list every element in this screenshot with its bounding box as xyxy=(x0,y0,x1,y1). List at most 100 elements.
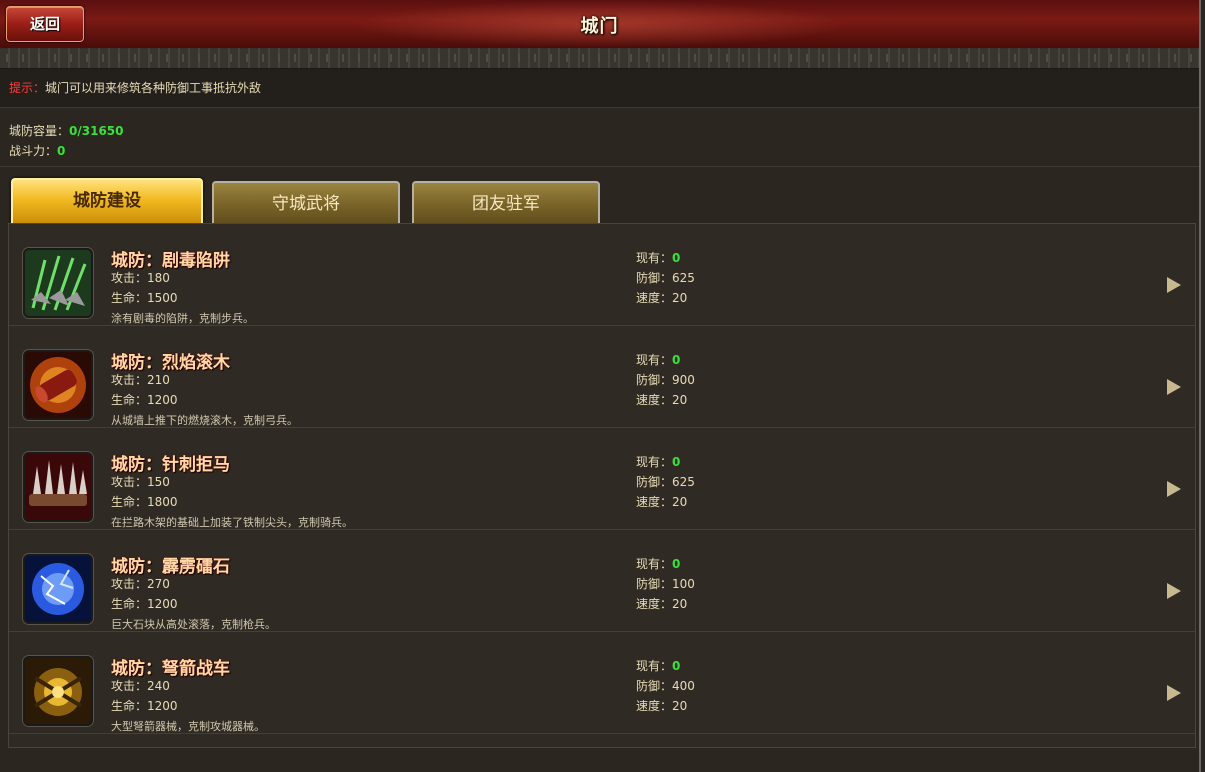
capacity-stat: 城防容量：0/31650 xyxy=(9,121,124,141)
defense-value: 625 xyxy=(672,271,695,285)
header-bar: 城门 返回 xyxy=(0,0,1199,49)
speed-stat: 速度：20 xyxy=(636,595,687,612)
hp-value: 1800 xyxy=(147,495,178,509)
item-description: 从城墙上推下的燃烧滚木，克制弓兵。 xyxy=(111,414,298,427)
chevron-right-icon[interactable] xyxy=(1167,379,1181,395)
attack-stat: 攻击：270 xyxy=(111,575,170,592)
defense-stat: 防御：900 xyxy=(636,371,695,388)
hp-value: 1200 xyxy=(147,699,178,713)
defense-stat: 防御：625 xyxy=(636,269,695,286)
flaming-log-icon xyxy=(23,350,93,420)
chevron-right-icon[interactable] xyxy=(1167,685,1181,701)
defense-stat: 防御：625 xyxy=(636,473,695,490)
owned-stat: 现有：0 xyxy=(636,657,680,674)
speed-label: 速度： xyxy=(636,597,673,611)
hp-label: 生命： xyxy=(111,699,148,713)
item-name: 城防：剧毒陷阱 xyxy=(111,251,230,271)
speed-label: 速度： xyxy=(636,699,673,713)
power-label: 战斗力： xyxy=(9,144,58,158)
owned-label: 现有： xyxy=(636,455,673,469)
defense-stat: 防御：100 xyxy=(636,575,695,592)
owned-value: 0 xyxy=(672,251,681,265)
attack-stat: 攻击：210 xyxy=(111,371,170,388)
divider xyxy=(0,166,1199,167)
owned-label: 现有： xyxy=(636,353,673,367)
owned-stat: 现有：0 xyxy=(636,555,680,572)
attack-label: 攻击： xyxy=(111,373,148,387)
owned-stat: 现有：0 xyxy=(636,351,680,368)
chevron-right-icon[interactable] xyxy=(1167,583,1181,599)
capacity-label: 城防容量： xyxy=(9,124,70,138)
defense-stat: 防御：400 xyxy=(636,677,695,694)
item-description: 涂有剧毒的陷阱，克制步兵。 xyxy=(111,312,254,325)
owned-stat: 现有：0 xyxy=(636,249,680,266)
chevron-right-icon[interactable] xyxy=(1167,481,1181,497)
speed-stat: 速度：20 xyxy=(636,289,687,306)
hp-stat: 生命：1200 xyxy=(111,697,178,714)
thunder-boulder-icon xyxy=(23,554,93,624)
spiked-barricade-icon xyxy=(23,452,93,522)
attack-label: 攻击： xyxy=(111,271,148,285)
defense-label: 防御： xyxy=(636,271,673,285)
item-name: 城防：弩箭战车 xyxy=(111,659,230,679)
owned-value: 0 xyxy=(672,455,681,469)
speed-label: 速度： xyxy=(636,495,673,509)
hp-stat: 生命：1800 xyxy=(111,493,178,510)
speed-stat: 速度：20 xyxy=(636,697,687,714)
defense-item-row[interactable]: 城防：剧毒陷阱 攻击：180 生命：1500 涂有剧毒的陷阱，克制步兵。 现有：… xyxy=(9,224,1195,326)
crossbow-chariot-icon xyxy=(23,656,93,726)
hp-label: 生命： xyxy=(111,291,148,305)
owned-value: 0 xyxy=(672,353,681,367)
defense-item-row[interactable]: 城防：针刺拒马 攻击：150 生命：1800 在拦路木架的基础上加装了铁制尖头，… xyxy=(9,428,1195,530)
defense-item-row[interactable]: 城防：霹雳礌石 攻击：270 生命：1200 巨大石块从高处滚落，克制枪兵。 现… xyxy=(9,530,1195,632)
speed-value: 20 xyxy=(672,699,688,713)
speed-value: 20 xyxy=(672,597,688,611)
attack-value: 270 xyxy=(147,577,170,591)
defense-list: 城防：剧毒陷阱 攻击：180 生命：1500 涂有剧毒的陷阱，克制步兵。 现有：… xyxy=(8,223,1196,748)
owned-label: 现有： xyxy=(636,251,673,265)
owned-value: 0 xyxy=(672,557,681,571)
defense-value: 900 xyxy=(672,373,695,387)
tab-guard-generals[interactable]: 守城武将 xyxy=(212,181,400,225)
tip-label: 提示： xyxy=(9,81,46,95)
item-description: 巨大石块从高处滚落，克制枪兵。 xyxy=(111,618,276,631)
defense-item-row[interactable]: 城防：弩箭战车 攻击：240 生命：1200 大型弩箭器械，克制攻城器械。 现有… xyxy=(9,632,1195,734)
attack-stat: 攻击：240 xyxy=(111,677,170,694)
attack-label: 攻击： xyxy=(111,679,148,693)
chevron-right-icon[interactable] xyxy=(1167,277,1181,293)
item-name: 城防：针刺拒马 xyxy=(111,455,230,475)
attack-value: 180 xyxy=(147,271,170,285)
speed-value: 20 xyxy=(672,495,688,509)
owned-label: 现有： xyxy=(636,557,673,571)
defense-value: 100 xyxy=(672,577,695,591)
hp-value: 1500 xyxy=(147,291,178,305)
hp-label: 生命： xyxy=(111,393,148,407)
item-description: 大型弩箭器械，克制攻城器械。 xyxy=(111,720,265,733)
page-title: 城门 xyxy=(580,16,619,37)
defense-value: 625 xyxy=(672,475,695,489)
tip-bar: 提示：城门可以用来修筑各种防御工事抵抗外敌 xyxy=(0,69,1199,108)
tip-text: 城门可以用来修筑各种防御工事抵抗外敌 xyxy=(45,81,262,95)
item-name: 城防：霹雳礌石 xyxy=(111,557,230,577)
game-window: 城门 返回 提示：城门可以用来修筑各种防御工事抵抗外敌 城防容量：0/31650… xyxy=(0,0,1201,772)
speed-stat: 速度：20 xyxy=(636,391,687,408)
attack-stat: 攻击：150 xyxy=(111,473,170,490)
hp-label: 生命： xyxy=(111,495,148,509)
power-stat: 战斗力：0 xyxy=(9,141,124,161)
attack-label: 攻击： xyxy=(111,577,148,591)
defense-label: 防御： xyxy=(636,679,673,693)
decorative-border xyxy=(0,48,1199,69)
tab-defense-build[interactable]: 城防建设 xyxy=(11,178,203,227)
tab-ally-garrison[interactable]: 团友驻军 xyxy=(412,181,600,225)
capacity-value: 0/31650 xyxy=(69,124,124,138)
hp-stat: 生命：1500 xyxy=(111,289,178,306)
item-name: 城防：烈焰滚木 xyxy=(111,353,230,373)
hp-stat: 生命：1200 xyxy=(111,391,178,408)
back-button[interactable]: 返回 xyxy=(6,6,84,42)
owned-value: 0 xyxy=(672,659,681,673)
defense-label: 防御： xyxy=(636,577,673,591)
attack-stat: 攻击：180 xyxy=(111,269,170,286)
defense-item-row[interactable]: 城防：烈焰滚木 攻击：210 生命：1200 从城墙上推下的燃烧滚木，克制弓兵。… xyxy=(9,326,1195,428)
city-stats: 城防容量：0/31650 战斗力：0 xyxy=(9,121,124,161)
attack-value: 150 xyxy=(147,475,170,489)
